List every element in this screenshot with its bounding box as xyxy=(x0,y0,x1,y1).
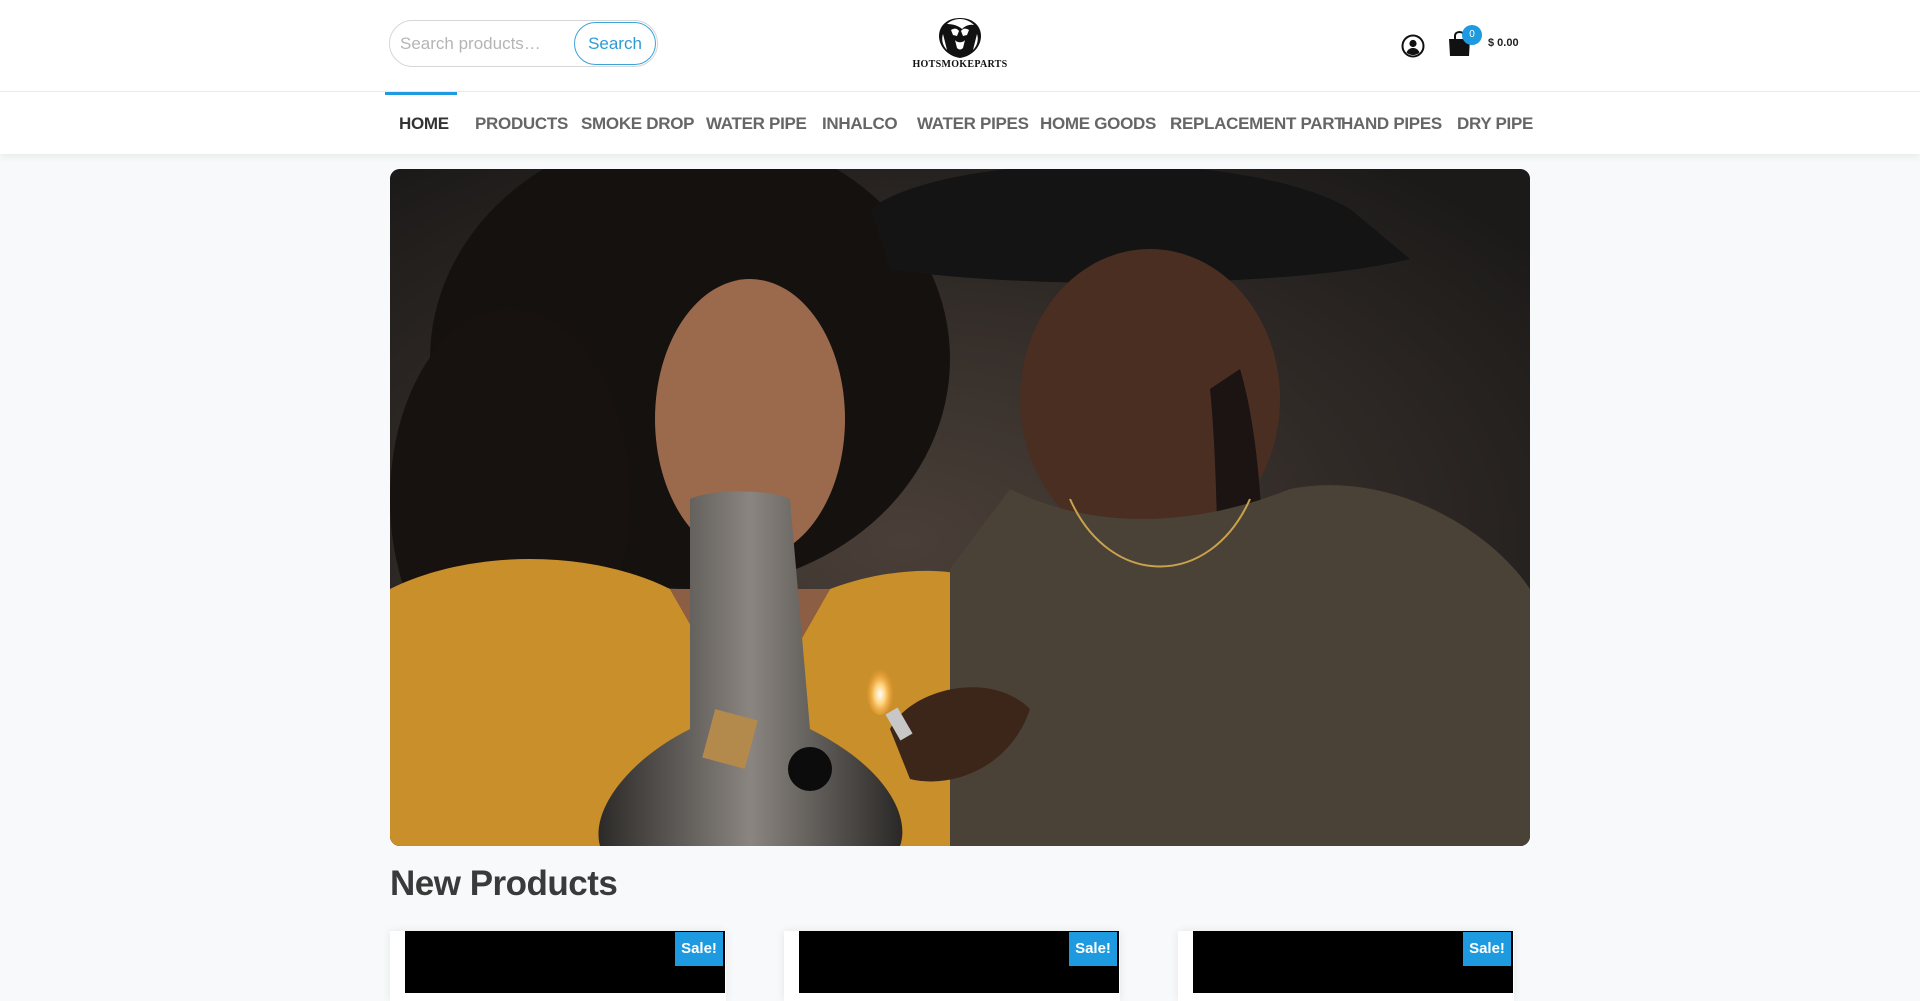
hero-banner-image[interactable] xyxy=(390,169,1530,846)
site-logo[interactable]: HOTSMOKEPARTS xyxy=(907,16,1013,72)
account-icon[interactable] xyxy=(1401,34,1425,58)
main-navigation: HOME PRODUCTS SMOKE DROP WATER PIPE INHA… xyxy=(0,92,1920,154)
nav-item-smoke-drop[interactable]: SMOKE DROP xyxy=(581,114,694,134)
product-card[interactable]: Sale! xyxy=(390,931,726,1001)
site-header: Search HOTSMOKEPARTS 0 $ 0.00 xyxy=(0,0,1920,92)
product-card[interactable]: Sale! xyxy=(1178,931,1514,1001)
lion-logo-icon xyxy=(939,18,981,58)
nav-item-water-pipes[interactable]: WATER PIPES xyxy=(917,114,1029,134)
logo-text: HOTSMOKEPARTS xyxy=(912,59,1008,70)
nav-item-home-goods[interactable]: HOME GOODS xyxy=(1040,114,1156,134)
cart-count-badge: 0 xyxy=(1462,25,1482,45)
nav-item-water-pipe[interactable]: WATER PIPE xyxy=(706,114,807,134)
product-card[interactable]: Sale! xyxy=(784,931,1120,1001)
nav-item-replacement-part[interactable]: REPLACEMENT PART xyxy=(1170,114,1345,134)
search-form: Search xyxy=(389,20,658,67)
nav-item-home[interactable]: HOME xyxy=(399,114,449,134)
sale-badge: Sale! xyxy=(1069,932,1117,966)
sale-badge: Sale! xyxy=(1463,932,1511,966)
hero-photo xyxy=(390,169,1530,846)
search-input[interactable] xyxy=(400,31,560,57)
new-products-heading: New Products xyxy=(390,864,618,903)
nav-active-indicator xyxy=(385,92,457,95)
cart-total[interactable]: $ 0.00 xyxy=(1488,37,1519,49)
nav-item-hand-pipes[interactable]: HAND PIPES xyxy=(1341,114,1442,134)
nav-item-inhalco[interactable]: INHALCO xyxy=(822,114,898,134)
nav-item-dry-pipe[interactable]: DRY PIPE xyxy=(1457,114,1533,134)
search-button[interactable]: Search xyxy=(574,22,656,65)
sale-badge: Sale! xyxy=(675,932,723,966)
nav-item-products[interactable]: PRODUCTS xyxy=(475,114,568,134)
